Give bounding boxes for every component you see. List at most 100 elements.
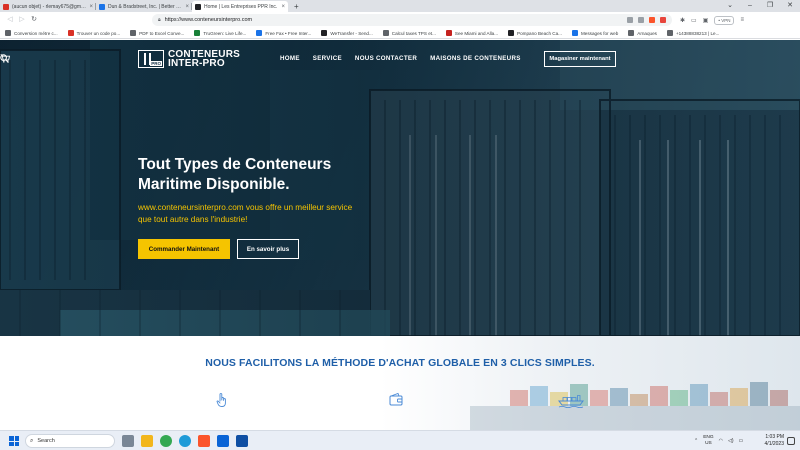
sidebar-icon[interactable]: ▭ (691, 17, 697, 24)
battery-icon[interactable]: ▭ (739, 438, 744, 444)
task-view-icon[interactable] (122, 435, 134, 447)
back-icon[interactable]: ◁ (4, 13, 16, 27)
system-tray: ⌃ ENG US ◠ ◁) ▭ (694, 435, 743, 447)
browser-toolbar: ◁ ▷ ↻ 🔒︎ https://www.conteneursinterpro.… (0, 12, 800, 28)
url-text[interactable]: https://www.conteneursinterpro.com (165, 17, 627, 23)
cart-icon[interactable] (0, 54, 10, 63)
bookmark-favicon-icon (321, 30, 328, 36)
close-tab-icon[interactable]: × (185, 4, 189, 10)
hero-overlay (0, 40, 800, 336)
bookmark-favicon-icon (382, 30, 389, 36)
minimize-icon[interactable]: – (740, 0, 760, 12)
bookmark-item[interactable]: Pompano Beach Ca... (508, 30, 562, 36)
bookmark-item[interactable]: Messages for web (571, 30, 619, 36)
bookmark-item[interactable]: WeTransfer - Send... (321, 30, 373, 36)
wifi-icon[interactable]: ◠ (719, 438, 723, 444)
chevron-up-icon[interactable]: ⌃ (694, 438, 698, 444)
lock-icon[interactable]: 🔒︎ (158, 17, 161, 23)
learn-more-button[interactable]: En savoir plus (237, 239, 299, 259)
bookmark-favicon-icon (628, 30, 635, 36)
bookmark-label: TruGreen: Live Life... (203, 30, 247, 36)
taskbar-search[interactable]: ⌕ Search (25, 434, 115, 448)
gmail-icon (3, 3, 9, 10)
toolbar-right: ✱ ▭ ▣ • VPN ≡ (680, 15, 744, 25)
dnb-icon (99, 3, 105, 10)
share-icon[interactable] (638, 17, 644, 23)
bookmark-label: See Miami and Alla... (454, 30, 499, 36)
order-now-button[interactable]: Commander Maintenant (138, 239, 230, 259)
bookmark-item[interactable]: Trouver un code po... (67, 30, 121, 36)
hero-section: PRO CONTENEURS INTER-PRO HOME SERVICE NO… (0, 40, 800, 336)
mail-icon[interactable] (217, 435, 229, 447)
speaker-icon[interactable]: ◁) (728, 438, 734, 444)
reload-icon[interactable]: ↻ (28, 13, 40, 27)
notification-icon[interactable] (787, 437, 795, 445)
bookmark-item[interactable]: PDF to Excel Conve... (130, 30, 184, 36)
vpn-button[interactable]: • VPN (714, 15, 735, 25)
menu-icon[interactable]: ≡ (740, 17, 744, 23)
windows-taskbar: ⌕ Search ⌃ ENG US ◠ ◁) ▭ 1:03 PM 4/1/202… (0, 430, 800, 450)
file-explorer-icon[interactable] (141, 435, 153, 447)
bookmark-favicon-icon (5, 30, 11, 36)
bookmark-label: Free Fax • Free Inter... (265, 30, 312, 36)
tab-search-icon[interactable]: ⌄ (720, 0, 740, 12)
tab-gmail[interactable]: (aucun objet) - rlemay675@gmail.com × (0, 1, 96, 12)
site-logo[interactable]: PRO CONTENEURS INTER-PRO (138, 50, 240, 69)
bookmark-label: Arnaques (637, 30, 657, 36)
address-bar-extensions (627, 17, 666, 23)
bookmark-label: Calcul taxes TPS et... (391, 30, 436, 36)
bookmark-favicon-icon (508, 30, 515, 36)
logo-line-2: INTER-PRO (168, 58, 225, 69)
rewards-icon[interactable] (660, 17, 666, 23)
bookmark-item[interactable]: Calcul taxes TPS et... (382, 30, 436, 36)
bookmark-favicon-icon (67, 30, 74, 36)
clock[interactable]: 1:03 PM 4/1/2023 (758, 434, 784, 448)
bookmark-item[interactable]: See Miami and Alla... (445, 30, 499, 36)
tab-title: (aucun objet) - rlemay675@gmail.com (12, 3, 88, 10)
nav-home[interactable]: HOME (280, 55, 300, 62)
bookmark-label: WeTransfer - Send... (330, 30, 373, 36)
clock-date: 4/1/2023 (764, 441, 784, 447)
brave-shield-icon[interactable] (649, 17, 655, 23)
hero-subline: www.conteneursinterpro.com vous offre un… (138, 203, 353, 224)
bookmark-item[interactable]: Arnaques (628, 30, 657, 36)
close-tab-icon[interactable]: × (89, 4, 93, 10)
bookmark-item[interactable]: +14388838213 | Le... (666, 30, 719, 36)
bookmark-favicon-icon (256, 30, 263, 36)
bookmark-label: Pompano Beach Ca... (517, 30, 562, 36)
bookmark-item[interactable]: Conversion métre c... (5, 30, 58, 36)
edge-icon[interactable] (179, 435, 191, 447)
windows-start-icon[interactable] (9, 436, 19, 446)
translate-icon[interactable] (627, 17, 633, 23)
nav-contact[interactable]: NOUS CONTACTER (355, 55, 417, 62)
tab-dnb[interactable]: Dun & Bradstreet, Inc. | Better Business… (96, 1, 192, 12)
bookmark-label: Trouver un code po... (76, 30, 121, 36)
nav-service[interactable]: SERVICE (313, 55, 342, 62)
outlook-icon[interactable] (236, 435, 248, 447)
nav-container-houses[interactable]: MAISONS DE CONTENEURS (430, 55, 521, 62)
browser-tab-strip: (aucun objet) - rlemay675@gmail.com × Du… (0, 0, 800, 12)
bookmark-item[interactable]: TruGreen: Live Life... (194, 30, 246, 36)
shop-now-button[interactable]: Magasiner maintenant (544, 51, 616, 67)
wallet-icon[interactable]: ▣ (703, 17, 709, 24)
bookmark-label: PDF to Excel Conve... (139, 30, 185, 36)
hand-pointer-icon (216, 392, 226, 407)
bookmarks-bar: Conversion métre c... Trouver un code po… (0, 28, 800, 39)
bookmark-favicon-icon (445, 30, 452, 36)
window-controls: ⌄ – ❐ ✕ (720, 0, 800, 12)
tab-title: Home | Les Entreprises PPR Inc. (204, 3, 278, 10)
extensions-icon[interactable]: ✱ (680, 17, 685, 24)
close-tab-icon[interactable]: × (281, 4, 285, 10)
bookmark-item[interactable]: Free Fax • Free Inter... (256, 30, 311, 36)
close-window-icon[interactable]: ✕ (780, 0, 800, 12)
maximize-icon[interactable]: ❐ (760, 0, 780, 12)
forward-icon[interactable]: ▷ (16, 13, 28, 27)
brave-icon[interactable] (198, 435, 210, 447)
language-indicator[interactable]: ENG US (703, 435, 713, 447)
bookmark-label: Messages for web (580, 30, 619, 36)
chrome-icon[interactable] (160, 435, 172, 447)
new-tab-button[interactable]: + (288, 1, 305, 12)
address-bar[interactable]: 🔒︎ https://www.conteneursinterpro.com (152, 14, 672, 26)
bookmark-favicon-icon (571, 30, 578, 36)
tab-home-active[interactable]: Home | Les Entreprises PPR Inc. × (192, 1, 288, 12)
